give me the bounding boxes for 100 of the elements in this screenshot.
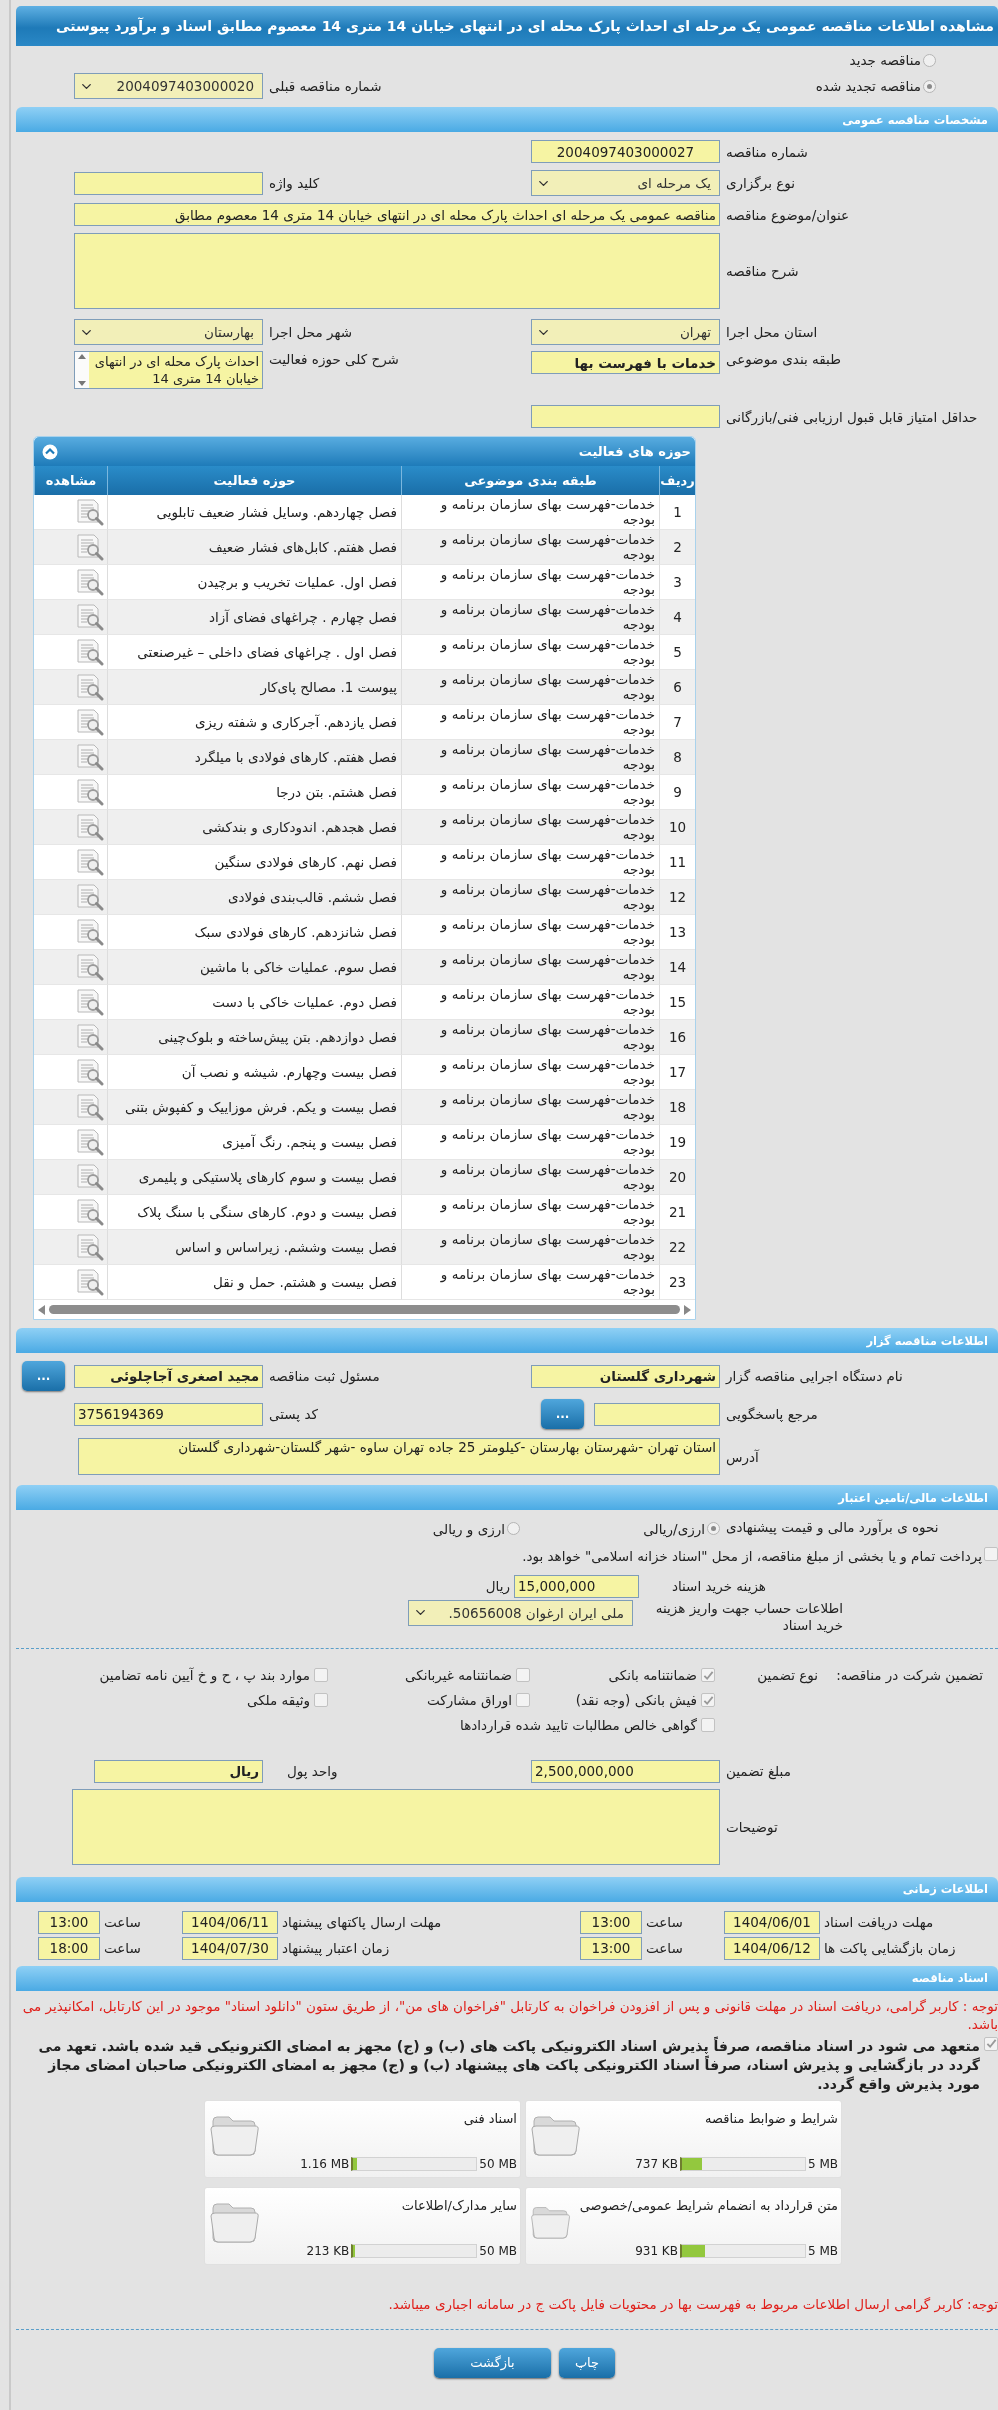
- document-search-icon[interactable]: [75, 708, 105, 736]
- holding-type-select[interactable]: یک مرحله ای: [531, 170, 720, 196]
- radio-button[interactable]: [707, 1522, 720, 1535]
- document-search-icon[interactable]: [75, 498, 105, 526]
- document-search-icon[interactable]: [75, 533, 105, 561]
- field-label: شهر محل اجرا: [268, 324, 354, 340]
- min-score-field[interactable]: [531, 405, 720, 428]
- table-cell: خدمات-فهرست بهای سازمان برنامه و بودجه: [401, 915, 659, 950]
- province-select[interactable]: تهران: [531, 319, 720, 345]
- currency-field[interactable]: ریال: [94, 1759, 263, 1783]
- field-label: کد پستی: [268, 1406, 319, 1422]
- table-cell: فصل بیست و یکم. فرش موزاییک و کفپوش بتنی: [107, 1090, 401, 1125]
- activity-summary-field[interactable]: احداث پارک محله ای در انتهای خیابان 14 متری 14: [74, 351, 263, 389]
- guarantee-amount-field[interactable]: 2,500,000,000: [531, 1759, 720, 1783]
- scroll-right-icon[interactable]: [684, 1304, 691, 1315]
- document-search-icon[interactable]: [75, 1128, 105, 1156]
- document-search-icon[interactable]: [75, 638, 105, 666]
- table-cell: 8: [659, 740, 695, 775]
- document-search-icon[interactable]: [75, 743, 105, 771]
- time-field[interactable]: 13:00: [580, 1910, 642, 1934]
- table-cell: 11: [659, 845, 695, 880]
- field-label: طبقه بندی موضوعی: [725, 351, 842, 367]
- table-cell: 23: [659, 1265, 695, 1300]
- checkbox-label: ضمانتنامه بانکی: [608, 1667, 697, 1683]
- table-cell: فصل بیست وچهارم. شیشه و نصب آن: [107, 1055, 401, 1090]
- notes-field[interactable]: [72, 1788, 720, 1865]
- checkbox[interactable]: [984, 2036, 998, 2051]
- document-search-icon[interactable]: [75, 1093, 105, 1121]
- table-cell: خدمات-فهرست بهای سازمان برنامه و بودجه: [401, 775, 659, 810]
- description-field[interactable]: [74, 233, 720, 309]
- size-limit: 5 MB: [807, 2156, 838, 2171]
- document-search-icon[interactable]: [75, 603, 105, 631]
- table-cell: فصل هفتم. کارهای فولادی با میلگرد: [107, 740, 401, 775]
- table-cell: فصل هفتم. کابل‌های فشار ضعیف: [107, 530, 401, 565]
- table-cell: 6: [659, 670, 695, 705]
- date-field[interactable]: 1404/06/01: [724, 1910, 820, 1934]
- back-button[interactable]: بازگشت: [434, 2347, 551, 2378]
- checkbox[interactable]: [701, 1718, 715, 1732]
- document-search-icon[interactable]: [75, 778, 105, 806]
- scroll-left-icon[interactable]: [38, 1304, 45, 1315]
- document-search-icon[interactable]: [75, 673, 105, 701]
- document-search-icon[interactable]: [75, 813, 105, 841]
- account-select[interactable]: ملی ایران ارغوان 50656008.: [408, 1599, 633, 1626]
- table-cell: فصل دوم. عملیات خاکی با دست: [107, 985, 401, 1020]
- postal-code-field[interactable]: 3756194369: [74, 1402, 263, 1426]
- document-search-icon[interactable]: [75, 1023, 105, 1051]
- subject-field[interactable]: مناقصه عمومی یک مرحله ای احداث پارک محله ای در انتهای خیابان 14 متری 14 معصوم مطابق: [74, 203, 720, 226]
- scroll-down-icon[interactable]: [78, 381, 86, 386]
- registrar-field[interactable]: مجید اصغری آجاچلوئی: [74, 1364, 263, 1388]
- table-cell: خدمات-فهرست بهای سازمان برنامه و بودجه: [401, 530, 659, 565]
- table-cell: خدمات-فهرست بهای سازمان برنامه و بودجه: [401, 1195, 659, 1230]
- time-field[interactable]: 13:00: [38, 1910, 100, 1934]
- keyword-field[interactable]: [74, 171, 263, 195]
- table-cell: فصل بیست و دوم. کارهای سنگی با سنگ پلاک: [107, 1195, 401, 1230]
- document-search-icon[interactable]: [75, 1163, 105, 1191]
- document-search-icon[interactable]: [75, 988, 105, 1016]
- date-field[interactable]: 1404/06/11: [182, 1910, 278, 1934]
- document-search-icon[interactable]: [75, 1058, 105, 1086]
- checkbox[interactable]: [701, 1668, 715, 1682]
- agency-field[interactable]: شهرداری گلستان: [531, 1364, 720, 1388]
- date-field[interactable]: 1404/06/12: [724, 1936, 820, 1960]
- field-label: مهلت دریافت اسناد: [823, 1914, 935, 1930]
- reference-field[interactable]: [594, 1402, 720, 1426]
- table-cell: 10: [659, 810, 695, 845]
- address-field[interactable]: استان تهران -شهرستان بهارستان -کیلومتر 25 جاده تهران ساوه -شهر گلستان-شهرداری گلستان: [78, 1438, 720, 1475]
- document-search-icon[interactable]: [75, 953, 105, 981]
- collapse-icon[interactable]: [42, 443, 58, 460]
- more-button[interactable]: ...: [541, 1399, 584, 1429]
- document-search-icon[interactable]: [75, 848, 105, 876]
- checkbox[interactable]: [516, 1668, 530, 1682]
- checkbox[interactable]: [314, 1693, 328, 1707]
- pledge-text: متعهد می شود در اسناد مناقصه، صرفاً پذیرش اسناد الکترونیکی پاکت های (ب) و (ج) مجهز به امضای الکترونیکی قید شده باشد. تعهد می گردد در بازگشایی و پذیرش اسناد، صرفاً اسناد الکترونیکی پاکت های پیشنهاد (ب) و (ج) مجهز به امضای الکترونیکی صاحبان امضای مجاز مورد پذیرش واقع گردد.: [37, 2036, 980, 2094]
- field-label: حداقل امتیاز قابل قبول ارزیابی فنی/بازرگانی: [725, 408, 979, 425]
- document-cost-field[interactable]: 15,000,000: [514, 1574, 639, 1598]
- document-search-icon[interactable]: [75, 1268, 105, 1296]
- time-field[interactable]: 13:00: [580, 1936, 642, 1960]
- checkbox[interactable]: [701, 1693, 715, 1707]
- checkbox-label: گواهی خالص مطالبات تایید شده قراردادها: [460, 1717, 697, 1733]
- city-select[interactable]: بهارستان: [74, 319, 263, 345]
- document-search-icon[interactable]: [75, 918, 105, 946]
- tender-number-field[interactable]: 2004097403000027: [531, 140, 720, 163]
- document-search-icon[interactable]: [75, 568, 105, 596]
- table-cell: فصل شانزدهم. کارهای فولادی سبک: [107, 915, 401, 950]
- more-button[interactable]: ...: [22, 1361, 65, 1391]
- checkbox[interactable]: [516, 1693, 530, 1707]
- checkbox[interactable]: [314, 1668, 328, 1682]
- radio-button[interactable]: [507, 1522, 520, 1535]
- previous-tender-select[interactable]: 2004097403000020: [74, 73, 263, 99]
- time-field[interactable]: 18:00: [38, 1936, 100, 1960]
- radio-button[interactable]: [923, 53, 936, 67]
- category-field[interactable]: خدمات با فهرست بها: [531, 351, 720, 374]
- radio-button[interactable]: [923, 79, 936, 93]
- checkbox[interactable]: [984, 1546, 998, 1561]
- document-search-icon[interactable]: [75, 1198, 105, 1226]
- document-search-icon[interactable]: [75, 883, 105, 911]
- date-field[interactable]: 1404/07/30: [182, 1936, 278, 1960]
- document-search-icon[interactable]: [75, 1233, 105, 1261]
- print-button[interactable]: چاپ: [559, 2347, 615, 2378]
- scroll-up-icon[interactable]: [78, 354, 86, 359]
- table-cell: خدمات-فهرست بهای سازمان برنامه و بودجه: [401, 880, 659, 915]
